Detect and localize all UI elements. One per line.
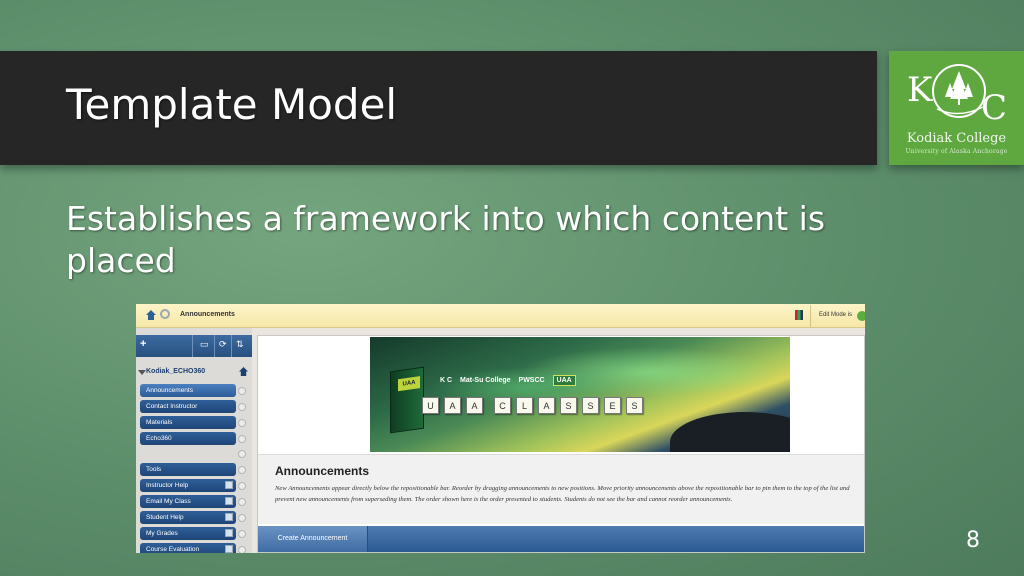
course-name[interactable]: Kodiak_ECHO360 [146,368,205,375]
menu-item-options-icon[interactable] [238,514,246,522]
edit-mode-indicator-icon [857,311,865,321]
create-announcement-button[interactable]: Create Announcement [258,526,368,552]
external-link-icon [225,545,233,553]
external-link-icon [225,497,233,505]
logo-college-name: Kodiak College [906,131,1007,146]
letter-tile: C [494,397,511,414]
menu-item-label: Materials [146,419,173,426]
menu-item-label: My Grades [146,530,178,537]
external-link-icon [225,513,233,521]
menu-item-options-icon[interactable] [238,466,246,474]
logo-letter-k: K [907,70,933,110]
menu-item-options-icon[interactable] [238,403,246,411]
book-icon[interactable] [795,310,803,320]
edit-mode-label: Edit Mode is [819,312,853,318]
letter-tile: S [582,397,599,414]
menu-item-options-icon[interactable] [238,435,246,443]
external-link-icon [225,481,233,489]
lms-screenshot: Announcements Edit Mode is + ▭ ⟳ ⇅ Kodia… [136,304,865,553]
course-banner: UAA K C Mat-Su College PWSCC UAA U A A C… [370,337,790,452]
reorder-icon[interactable]: ⇅ [236,339,244,350]
action-bar: Create Announcement [258,526,864,552]
campus-logos: K C Mat-Su College PWSCC UAA [440,375,582,391]
menu-item-tools[interactable]: Tools [140,463,236,476]
menu-item-label: Email My Class [146,498,191,505]
menu-item-options-icon[interactable] [238,498,246,506]
menu-item-label: Student Help [146,514,184,521]
announcements-heading: Announcements [275,464,370,478]
menu-item-materials[interactable]: Materials [140,416,236,429]
course-menu: + ▭ ⟳ ⇅ Kodiak_ECHO360 Announcements Con… [136,328,252,553]
menu-item-student-help[interactable]: Student Help [140,511,236,524]
letter-tile: L [516,397,533,414]
logo-matsu: Mat-Su College [460,377,511,384]
letter-tile: U [422,397,439,414]
letter-tile: A [466,397,483,414]
logo-uaa: UAA [552,375,576,386]
menu-item-contact-instructor[interactable]: Contact Instructor [140,400,236,413]
collapse-arrow-icon[interactable] [138,370,146,375]
hill-silhouette [670,412,790,452]
menu-item-my-grades[interactable]: My Grades [140,527,236,540]
announcements-section: Announcements New Announcements appear d… [258,454,864,524]
menu-item-options-icon[interactable] [238,546,246,553]
external-link-icon [225,529,233,537]
refresh-icon[interactable]: ⟳ [219,339,227,350]
edit-mode-toggle[interactable]: Edit Mode is [810,305,865,327]
announcements-description: New Announcements appear directly below … [275,485,850,503]
letter-tile: S [626,397,643,414]
lms-top-bar: Announcements Edit Mode is [136,304,865,328]
kc-emblem-icon: K C [907,64,1007,128]
settings-icon[interactable] [160,309,170,319]
menu-item-echo360[interactable]: Echo360 [140,432,236,445]
kodiak-college-logo: K C Kodiak College University of Alaska … [889,51,1024,165]
toolbar-divider [214,335,215,357]
menu-item-instructor-help[interactable]: Instructor Help [140,479,236,492]
folder-view-icon[interactable]: ▭ [200,339,209,350]
book-graphic-icon: UAA [390,366,424,434]
letter-tile: A [444,397,461,414]
menu-item-label: Course Evaluation [146,546,200,553]
menu-item-options-icon[interactable] [238,530,246,538]
course-home-icon[interactable] [239,367,248,376]
menu-item-options-icon[interactable] [238,419,246,427]
menu-item-label: Announcements [146,387,193,394]
menu-divider-options-icon[interactable] [238,450,246,458]
letter-tile: S [560,397,577,414]
toolbar-divider [231,335,232,357]
menu-item-label: Contact Instructor [146,403,198,410]
menu-item-announcements[interactable]: Announcements [140,384,236,397]
logo-kc: K C [440,377,453,384]
menu-item-label: Echo360 [146,435,172,442]
menu-item-options-icon[interactable] [238,387,246,395]
content-area: UAA K C Mat-Su College PWSCC UAA U A A C… [257,335,865,553]
logo-tagline: University of Alaska Anchorage [905,148,1008,155]
page-number: 8 [966,528,980,553]
slide-subtitle: Establishes a framework into which conte… [66,199,826,280]
toolbar-divider [192,335,193,357]
add-menu-item-icon[interactable]: + [140,338,146,350]
logo-letter-c: C [981,88,1007,128]
menu-item-email-my-class[interactable]: Email My Class [140,495,236,508]
logo-pwscc: PWSCC [518,377,545,384]
menu-item-options-icon[interactable] [238,482,246,490]
letter-tile: E [604,397,621,414]
home-icon[interactable] [146,310,156,320]
course-menu-toolbar: + ▭ ⟳ ⇅ [136,335,252,357]
letter-tile: A [538,397,555,414]
book-label: UAA [398,376,420,392]
breadcrumb[interactable]: Announcements [180,311,235,318]
menu-item-label: Instructor Help [146,482,189,489]
slide-title: Template Model [66,80,398,129]
menu-item-label: Tools [146,466,162,473]
menu-item-course-evaluation[interactable]: Course Evaluation [140,543,236,553]
